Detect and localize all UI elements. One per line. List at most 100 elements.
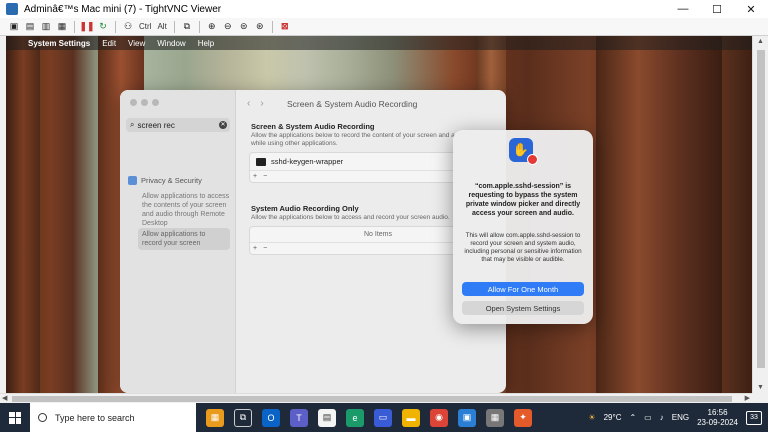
section-title-screen-audio: Screen & System Audio Recording <box>251 122 375 131</box>
permission-dialog: ✋ “com.apple.sshd-session” is requesting… <box>453 130 593 324</box>
scroll-thumb[interactable] <box>12 396 732 402</box>
sidebar-subitem-remote-desktop[interactable]: Allow applications to access the content… <box>142 192 230 228</box>
chevron-up-icon[interactable]: ⌃ <box>629 413 636 422</box>
save-icon[interactable]: ▤ <box>24 21 36 33</box>
tightvnc-icon <box>6 3 18 15</box>
settings-search-field[interactable]: ⌕ screen rec ✕ <box>126 118 230 132</box>
toolbar-divider <box>271 20 273 33</box>
toolbar-divider <box>198 20 200 33</box>
network-icon[interactable]: ▣ <box>458 408 476 427</box>
notifications-badge[interactable]: 33 <box>746 410 762 425</box>
sidebar-item-privacy[interactable]: Privacy & Security <box>128 176 202 185</box>
tree-trunk <box>6 36 40 393</box>
zoom-100-icon[interactable]: ⊜ <box>238 21 250 33</box>
remote-desktop-icon[interactable]: ▭ <box>374 408 392 427</box>
options-icon[interactable]: ▥ <box>40 21 52 33</box>
app-icon[interactable]: ▦ <box>486 408 504 427</box>
scroll-down-icon[interactable]: ▼ <box>757 384 764 391</box>
scroll-thumb[interactable] <box>757 50 765 368</box>
taskbar-apps: ▦ ⧉ O T ▤ e ▭ ▬ ◉ ▣ ▦ ✦ <box>206 408 532 427</box>
scroll-up-icon[interactable]: ▲ <box>757 38 764 45</box>
horizontal-scrollbar[interactable]: ◀ ▶ <box>0 393 752 403</box>
network-tray-icon[interactable]: ▭ <box>644 413 652 422</box>
zoom-in-icon[interactable]: ⊕ <box>206 21 218 33</box>
maximize-button[interactable]: ☐ <box>700 0 734 18</box>
search-input[interactable]: screen rec <box>137 121 174 130</box>
send-keys-icon[interactable]: ⚇ <box>122 21 134 33</box>
privacy-hand-icon <box>128 176 137 185</box>
dialog-title: “com.apple.sshd-session” is requesting t… <box>465 183 581 217</box>
vnc-toolbar: ▣ ▤ ▥ ▦ ❚❚ ↻ ⚇ Ctrl Alt ⧉ ⊕ ⊖ ⊜ ⊛ ⊠ <box>0 18 768 36</box>
open-system-settings-button[interactable]: Open System Settings <box>462 301 584 315</box>
file-explorer-icon[interactable]: ▬ <box>402 408 420 427</box>
record-badge-icon <box>527 154 538 165</box>
vnc-title-bar: Adminâ€™s Mac mini (7) - TightVNC Viewer… <box>0 0 768 18</box>
search-placeholder: Type here to search <box>55 412 135 423</box>
transfer-icon[interactable]: ⧉ <box>181 21 193 33</box>
vertical-scrollbar[interactable]: ▲ ▼ <box>752 36 768 393</box>
scroll-left-icon[interactable]: ◀ <box>2 394 7 402</box>
pause-icon[interactable]: ❚❚ <box>79 21 94 33</box>
menu-view[interactable]: View <box>128 39 145 48</box>
close-dot[interactable] <box>130 99 137 106</box>
swift-icon[interactable]: ✦ <box>514 408 532 427</box>
volume-icon[interactable]: ♪ <box>660 413 664 422</box>
notepad-icon[interactable]: ▤ <box>318 408 336 427</box>
sidebar-item-label: Privacy & Security <box>141 176 202 185</box>
task-view-icon[interactable]: ⧉ <box>234 408 252 427</box>
search-icon <box>38 413 47 422</box>
app-name: sshd-keygen-wrapper <box>271 157 344 166</box>
refresh-icon[interactable]: ↻ <box>97 21 109 33</box>
remote-desktop[interactable]: System Settings Edit View Window Help ⌕ … <box>6 36 752 393</box>
nav-arrows: ‹ › <box>247 98 264 109</box>
ctrl-key-button[interactable]: Ctrl <box>138 21 152 33</box>
menu-window[interactable]: Window <box>157 39 185 48</box>
minimize-button[interactable]: — <box>666 0 700 18</box>
new-connection-icon[interactable]: ▣ <box>8 21 20 33</box>
window-controls: — ☐ ✕ <box>666 0 768 18</box>
zoom-out-icon[interactable]: ⊖ <box>222 21 234 33</box>
search-icon: ⌕ <box>130 120 135 129</box>
remove-button[interactable]: − <box>263 173 267 180</box>
alt-key-button[interactable]: Alt <box>156 21 167 33</box>
menu-app-name[interactable]: System Settings <box>28 39 90 48</box>
taskbar-search[interactable]: Type here to search <box>30 403 196 432</box>
scroll-right-icon[interactable]: ▶ <box>745 394 750 402</box>
fullscreen-icon[interactable]: ⊠ <box>279 21 291 33</box>
allow-one-month-button[interactable]: Allow For One Month <box>462 282 584 296</box>
add-button[interactable]: + <box>253 173 257 180</box>
outlook-icon[interactable]: O <box>262 408 280 427</box>
edge-icon[interactable]: e <box>346 408 364 427</box>
toolbar-divider <box>115 20 116 33</box>
menu-help[interactable]: Help <box>198 39 214 48</box>
remove-button[interactable]: − <box>263 245 267 252</box>
system-settings-window: ⌕ screen rec ✕ Privacy & Security Allow … <box>120 90 506 393</box>
zoom-dot[interactable] <box>152 99 159 106</box>
add-button[interactable]: + <box>253 245 257 252</box>
mac-menu-bar: System Settings Edit View Window Help <box>6 36 752 50</box>
start-button[interactable] <box>0 403 30 432</box>
briefcase-icon[interactable]: ▦ <box>206 408 224 427</box>
sidebar-subitem-screen-recording[interactable]: Allow applications to record your screen <box>138 228 230 250</box>
page-title: Screen & System Audio Recording <box>287 99 418 109</box>
clock[interactable]: 16:56 23-09-2024 <box>697 408 738 428</box>
clear-search-icon[interactable]: ✕ <box>219 121 227 129</box>
clock-date: 23-09-2024 <box>697 417 738 427</box>
info-icon[interactable]: ▦ <box>56 21 68 33</box>
settings-sidebar: ⌕ screen rec ✕ Privacy & Security Allow … <box>120 90 236 393</box>
forward-icon[interactable]: › <box>260 98 263 109</box>
close-button[interactable]: ✕ <box>734 0 768 18</box>
teams-icon[interactable]: T <box>290 408 308 427</box>
chrome-icon[interactable]: ◉ <box>430 408 448 427</box>
weather-icon[interactable]: ☀ <box>588 413 595 422</box>
windows-logo-icon <box>9 411 21 424</box>
section-desc-screen-audio: Allow the applications below to record t… <box>251 132 455 147</box>
language-indicator[interactable]: ENG <box>672 413 689 422</box>
minimize-dot[interactable] <box>141 99 148 106</box>
zoom-fit-icon[interactable]: ⊛ <box>254 21 266 33</box>
menu-edit[interactable]: Edit <box>102 39 116 48</box>
toolbar-divider <box>74 20 75 33</box>
back-icon[interactable]: ‹ <box>247 98 250 109</box>
tree-trunk <box>596 36 722 393</box>
weather-temp[interactable]: 29°C <box>604 413 622 422</box>
